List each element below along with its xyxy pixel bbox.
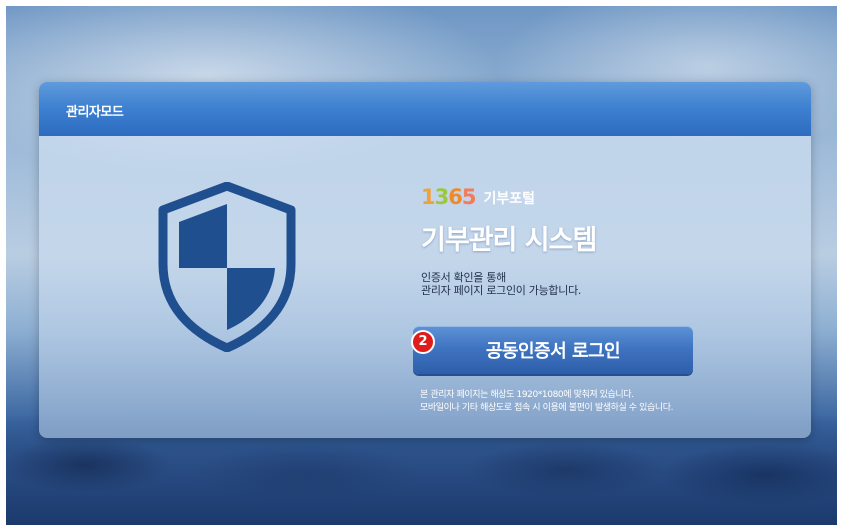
notice-line: 본 관리자 페이지는 해상도 1920*1080에 맞춰져 있습니다. [420, 390, 634, 400]
resolution-notice: 본 관리자 페이지는 해상도 1920*1080에 맞춰져 있습니다. 모바일이… [420, 389, 674, 415]
step-number-badge: 2 [411, 330, 435, 354]
description-line: 관리자 페이지 로그인이 가능합니다. [421, 284, 582, 297]
panel-header: 관리자모드 [39, 82, 811, 136]
login-description: 인증서 확인을 통해 관리자 페이지 로그인이 가능합니다. [421, 271, 581, 297]
background-frame: 관리자모드 1365 기부포털 기부관리 시스템 인증서 확인을 통해 관리자 … [6, 6, 837, 525]
brand-number: 1365 [421, 185, 476, 209]
brand-logo: 1365 기부포털 [421, 186, 535, 208]
admin-login-panel: 관리자모드 1365 기부포털 기부관리 시스템 인증서 확인을 통해 관리자 … [39, 82, 811, 438]
panel-title: 관리자모드 [66, 105, 124, 120]
description-line: 인증서 확인을 통해 [421, 271, 506, 284]
shield-icon [158, 182, 296, 352]
brand-name: 기부포털 [483, 191, 536, 207]
system-title: 기부관리 시스템 [421, 225, 597, 256]
certificate-login-button[interactable]: 공동인증서 로그인 [413, 326, 693, 374]
notice-line: 모바일이나 기타 해상도로 접속 시 이용에 불편이 발생하실 수 있습니다. [420, 403, 674, 413]
